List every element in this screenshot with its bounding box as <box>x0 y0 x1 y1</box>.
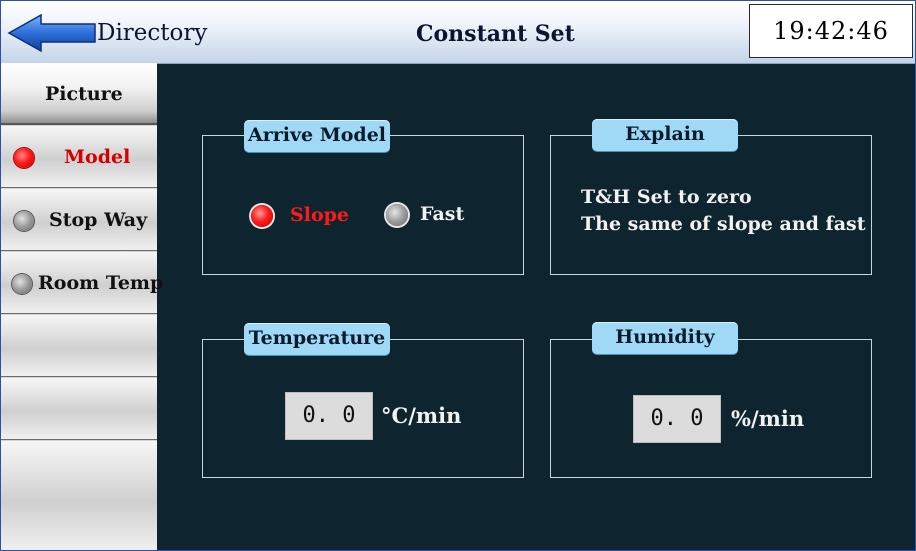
temperature-unit: °C/min <box>381 403 462 428</box>
sidebar-item-model[interactable]: Model <box>1 126 157 188</box>
sidebar-item-empty[interactable] <box>1 315 157 377</box>
sidebar: Picture Model Stop Way Room Temp <box>1 63 163 550</box>
screen: Directory Constant Set 19:42:46 Picture … <box>0 0 916 551</box>
fast-label[interactable]: Fast <box>420 203 464 225</box>
slope-label[interactable]: Slope <box>290 204 349 226</box>
humidity-title: Humidity <box>592 322 738 354</box>
temperature-title: Temperature <box>244 323 390 355</box>
sidebar-item-label: Model <box>64 146 131 168</box>
explain-line-2: The same of slope and fast <box>581 213 866 235</box>
sidebar-item-label: Stop Way <box>49 209 148 231</box>
sidebar-item-picture[interactable]: Picture <box>1 63 157 125</box>
sidebar-item-room-temp[interactable]: Room Temp <box>1 252 163 314</box>
sidebar-item-stop-way[interactable]: Stop Way <box>1 189 157 251</box>
status-indicator-icon <box>14 148 34 168</box>
explain-title: Explain <box>592 119 738 151</box>
sidebar-item-label: Picture <box>45 83 123 105</box>
humidity-rate-input[interactable]: 0. 0 <box>633 395 721 443</box>
status-indicator-icon <box>12 274 32 294</box>
sidebar-item-empty[interactable] <box>1 378 157 440</box>
slope-radio[interactable] <box>251 205 273 227</box>
arrive-model-title: Arrive Model <box>244 120 390 152</box>
sidebar-item-label: Room Temp <box>38 272 164 294</box>
back-arrow-icon[interactable] <box>7 13 97 53</box>
explain-line-1: T&H Set to zero <box>581 186 752 208</box>
sidebar-item-empty[interactable] <box>1 441 157 550</box>
status-indicator-icon <box>14 211 34 231</box>
arrive-model-group <box>202 135 524 275</box>
directory-label[interactable]: Directory <box>97 20 207 46</box>
page-title: Constant Set <box>416 21 575 47</box>
humidity-unit: %/min <box>731 406 805 431</box>
clock-display: 19:42:46 <box>749 4 913 58</box>
temperature-rate-input[interactable]: 0. 0 <box>285 392 373 440</box>
fast-radio[interactable] <box>386 204 408 226</box>
header-bar: Directory Constant Set 19:42:46 <box>1 1 915 64</box>
